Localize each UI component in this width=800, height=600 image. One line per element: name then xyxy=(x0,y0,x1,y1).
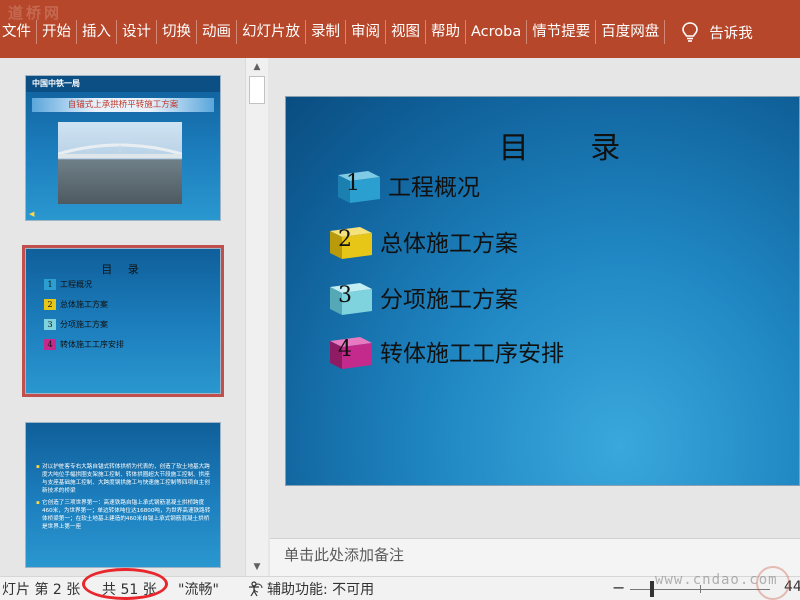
slide-editing-area: 目 录 1 工程概况 2 总体施工方案 3 分项施工方案 4 转体施工工序安排 xyxy=(270,58,800,538)
tab-acrobat[interactable]: Acroba xyxy=(466,20,528,44)
thumb3-bullet-1: 对以护桩客专右大路自锚式转体拱桥为代表的，创造了软土地基大跨度大吨位手幅拱圈支架… xyxy=(36,463,214,495)
current-slide[interactable]: 目 录 1 工程概况 2 总体施工方案 3 分项施工方案 4 转体施工工序安排 xyxy=(285,96,800,486)
cube-number: 4 xyxy=(338,337,352,362)
red-highlight-circle xyxy=(82,568,168,600)
cube-icon: 3 xyxy=(44,319,56,330)
accessibility-label: 辅助功能: 不可用 xyxy=(267,582,375,598)
thumb2-item-2: 2 总体施工方案 xyxy=(44,299,108,310)
accessibility-status[interactable]: 辅助功能: 不可用 xyxy=(246,579,374,599)
tab-record[interactable]: 录制 xyxy=(306,20,346,44)
slide-item-label: 转体施工工序安排 xyxy=(380,341,564,367)
tell-me-label: 告诉我 xyxy=(709,25,753,42)
tab-home[interactable]: 开始 xyxy=(37,20,77,44)
zoom-slider-handle[interactable] xyxy=(650,581,654,597)
slide-item-label: 工程概况 xyxy=(388,175,480,201)
cube-number: 2 xyxy=(338,227,352,252)
tab-transitions[interactable]: 切换 xyxy=(157,20,197,44)
slide-thumbnail-2[interactable]: 目 录 1 工程概况 2 总体施工方案 3 分项施工方案 4 转体施工工序安排 xyxy=(22,245,224,397)
slide-item-2[interactable]: 2 总体施工方案 xyxy=(326,221,518,261)
thumbnail-scrollbar[interactable]: ▲ ▼ xyxy=(245,58,268,576)
scroll-up-arrow-icon[interactable]: ▲ xyxy=(246,58,268,76)
tab-help[interactable]: 帮助 xyxy=(426,20,466,44)
thumb3-bullets: 对以护桩客专右大路自锚式转体拱桥为代表的，创造了软土地基大跨度大吨位手幅拱圈支架… xyxy=(36,463,214,535)
tab-file[interactable]: 文件 xyxy=(0,20,37,44)
notes-pane[interactable]: 单击此处添加备注 xyxy=(270,538,800,576)
tab-baidu-netdisk[interactable]: 百度网盘 xyxy=(596,20,666,44)
slide-item-label: 分项施工方案 xyxy=(380,287,518,313)
thumb2-item-3: 3 分项施工方案 xyxy=(44,319,108,330)
scrollbar-thumb[interactable] xyxy=(249,76,265,104)
slide-item-3[interactable]: 3 分项施工方案 xyxy=(326,277,518,317)
slide-title[interactable]: 目 录 xyxy=(286,123,799,167)
thumb2-item-1: 1 工程概况 xyxy=(44,279,92,290)
ribbon-tab-bar: 道桥网 文件 开始 插入 设计 切换 动画 幻灯片放 录制 审阅 视图 帮助 A… xyxy=(0,0,800,58)
ribbon-tabs: 文件 开始 插入 设计 切换 动画 幻灯片放 录制 审阅 视图 帮助 Acrob… xyxy=(0,20,753,44)
tab-design[interactable]: 设计 xyxy=(117,20,157,44)
slide-item-1[interactable]: 1 工程概况 xyxy=(334,165,480,205)
tab-animations[interactable]: 动画 xyxy=(197,20,237,44)
tab-view[interactable]: 视图 xyxy=(386,20,426,44)
watermark-logo-icon xyxy=(756,566,790,600)
tab-slideshow[interactable]: 幻灯片放 xyxy=(237,20,306,44)
bridge-photo xyxy=(58,122,182,204)
play-arrow-icon: ◀ xyxy=(29,210,35,218)
cube-icon: 2 xyxy=(44,299,56,310)
slide-thumbnail-1[interactable]: 中国中铁一局 自锚式上承拱桥平转施工方案 ◀ xyxy=(25,75,221,221)
cube-icon: 1 xyxy=(334,165,384,205)
thumb1-banner: 自锚式上承拱桥平转施工方案 xyxy=(32,98,214,112)
cube-icon: 4 xyxy=(44,339,56,350)
accessibility-icon xyxy=(246,581,264,597)
slide-thumbnail-pane: 中国中铁一局 自锚式上承拱桥平转施工方案 ◀ 目 录 1 工程概况 2 总体施工… xyxy=(0,58,268,576)
slide-number-status: 灯片 第 2 张 xyxy=(2,582,81,598)
tell-me-box[interactable]: 告诉我 xyxy=(665,20,753,44)
thumb2-title: 目 录 xyxy=(101,263,145,276)
thumb2-item-4: 4 转体施工工序安排 xyxy=(44,339,124,350)
thumb2-item-label: 工程概况 xyxy=(60,280,92,289)
theme-name-status: "流畅" xyxy=(178,582,219,598)
thumb3-bullet-2: 它创造了三项世界第一：高速铁路自锚上承式钢筋混凝土拱桥跨度460米，为世界第一；… xyxy=(36,499,214,531)
tab-insert[interactable]: 插入 xyxy=(77,20,117,44)
slide-item-label: 总体施工方案 xyxy=(380,231,518,257)
thumb1-header: 中国中铁一局 xyxy=(26,76,220,92)
cube-icon: 2 xyxy=(326,221,376,261)
slide-thumbnail-3[interactable]: 对以护桩客专右大路自锚式转体拱桥为代表的，创造了软土地基大跨度大吨位手幅拱圈支架… xyxy=(25,422,221,568)
cube-number: 3 xyxy=(338,283,352,308)
cube-icon: 1 xyxy=(44,279,56,290)
cube-number: 1 xyxy=(346,171,360,196)
slide-item-4[interactable]: 4 转体施工工序安排 xyxy=(326,331,564,371)
scroll-down-arrow-icon[interactable]: ▼ xyxy=(246,558,268,576)
thumb2-item-label: 总体施工方案 xyxy=(60,300,108,309)
tab-review[interactable]: 审阅 xyxy=(346,20,386,44)
zoom-out-button[interactable]: − xyxy=(612,578,625,597)
lightbulb-icon xyxy=(679,20,701,44)
thumb2-item-label: 分项施工方案 xyxy=(60,320,108,329)
tab-storyboarding[interactable]: 情节提要 xyxy=(527,20,597,44)
thumb2-item-label: 转体施工工序安排 xyxy=(60,340,124,349)
cube-icon: 4 xyxy=(326,331,376,371)
cube-icon: 3 xyxy=(326,277,376,317)
